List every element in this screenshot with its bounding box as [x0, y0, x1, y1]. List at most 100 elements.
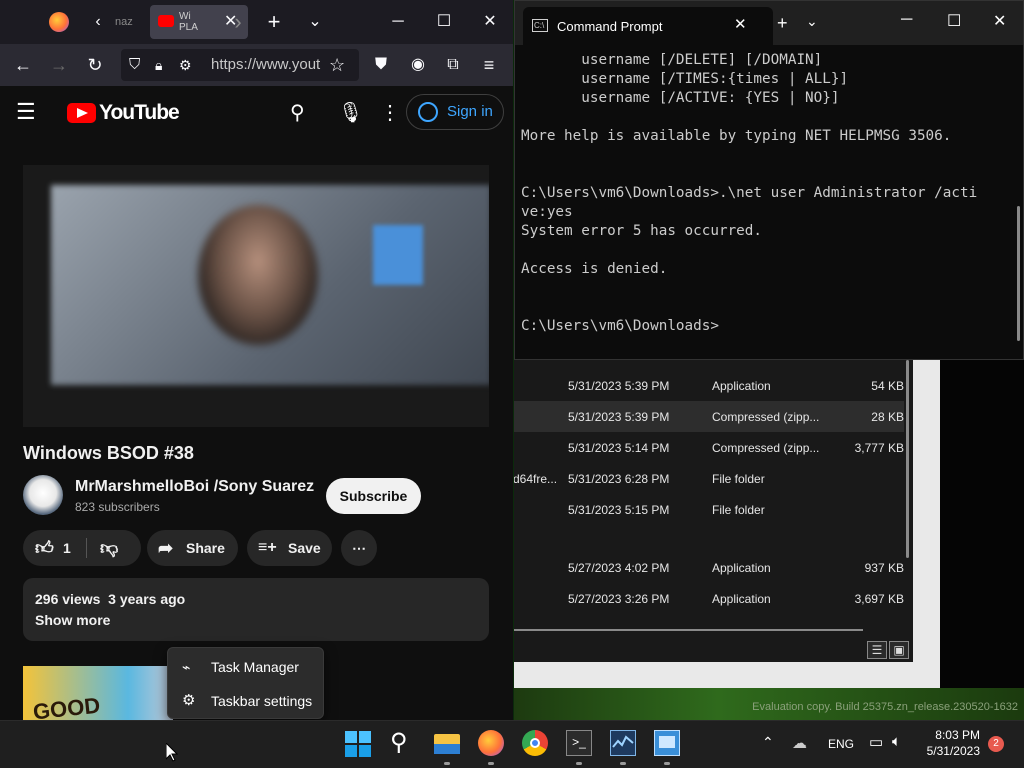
running-indicator: [664, 762, 670, 765]
vertical-scrollbar[interactable]: [906, 360, 909, 558]
maximize-icon[interactable]: ☐: [432, 0, 456, 44]
volume-icon[interactable]: 🔈︎: [892, 733, 901, 750]
new-tab-icon[interactable]: +: [777, 13, 788, 34]
network-icon[interactable]: ▭: [869, 733, 883, 751]
new-tab-icon[interactable]: +: [262, 0, 286, 44]
channel-name[interactable]: MrMarshmelloBoi /Sony Suarez: [75, 478, 314, 496]
terminal-output[interactable]: username [/DELETE] [/DOMAIN] username [/…: [521, 51, 1011, 336]
cmd-scrollbar[interactable]: [1017, 206, 1020, 341]
search-icon[interactable]: ⚲: [390, 728, 408, 757]
url-bar[interactable]: ⛉ 🔒︎ ⚙ https://www.youtu ☆: [121, 49, 359, 81]
minimize-icon[interactable]: ─: [901, 11, 912, 29]
like-count[interactable]: 1: [63, 530, 71, 566]
maximize-icon[interactable]: ☐: [947, 11, 961, 31]
chrome-taskbar-icon[interactable]: [522, 730, 548, 756]
recommended-thumbnail[interactable]: GOOD: [23, 666, 173, 720]
task-manager-taskbar-icon[interactable]: [610, 730, 636, 756]
youtube-wordmark[interactable]: YouTube: [99, 101, 180, 125]
tab-label: Wi PLA: [179, 11, 198, 33]
shield-icon[interactable]: ⛉: [129, 49, 140, 81]
hamburger-menu-icon[interactable]: ☰: [16, 99, 36, 125]
running-indicator: [576, 762, 582, 765]
file-type: Application: [712, 592, 771, 606]
extensions-icon[interactable]: ⧉: [437, 49, 469, 81]
start-button[interactable]: [345, 731, 371, 757]
file-size: 28 KB: [871, 410, 904, 424]
file-explorer-taskbar-icon[interactable]: [434, 730, 460, 756]
file-explorer-window: 5/31/2023 5:39 PM Application 54 KB 5/31…: [514, 360, 913, 662]
sign-in-button[interactable]: Sign in: [406, 94, 504, 130]
more-vertical-icon[interactable]: ⋮: [380, 100, 400, 125]
forward-icon[interactable]: →: [43, 49, 75, 81]
file-date: 5/27/2023 3:26 PM: [568, 592, 670, 606]
desktop-area: [940, 360, 1024, 688]
video-player[interactable]: [23, 165, 489, 427]
more-actions-button[interactable]: ⋯: [341, 530, 377, 566]
file-row[interactable]: d64fre... 5/31/2023 6:28 PM File folder: [514, 463, 904, 494]
file-date: 5/27/2023 4:02 PM: [568, 561, 670, 575]
close-tab-icon[interactable]: ✕: [734, 15, 747, 33]
running-indicator: [620, 762, 626, 765]
file-row[interactable]: 5/27/2023 3:26 PM Application 3,697 KB: [514, 583, 904, 614]
microphone-icon[interactable]: 🎙︎: [338, 100, 363, 125]
horizontal-scrollbar[interactable]: [514, 629, 863, 631]
close-window-icon[interactable]: ✕: [478, 0, 502, 44]
pocket-icon[interactable]: ⛊: [365, 49, 397, 81]
file-row[interactable]: 5/31/2023 5:39 PM Application 54 KB: [514, 370, 904, 401]
tiles-view-icon[interactable]: ▣: [889, 641, 909, 659]
cmd-tab-title: Command Prompt: [557, 19, 663, 34]
menu-item-task-manager[interactable]: ⌁ Task Manager: [176, 652, 316, 682]
url-text[interactable]: https://www.youtu: [211, 49, 321, 81]
share-button[interactable]: ➦ Share: [147, 530, 238, 566]
chevron-up-icon[interactable]: ⌃: [762, 734, 774, 751]
bookmark-star-icon[interactable]: ☆: [329, 49, 345, 81]
lock-icon[interactable]: 🔒︎: [155, 49, 162, 81]
thumbs-up-icon[interactable]: 👍︎: [35, 530, 54, 566]
onedrive-icon[interactable]: ☁: [792, 734, 807, 752]
chevron-down-icon[interactable]: ⌄: [303, 0, 327, 44]
file-type: File folder: [712, 503, 765, 517]
terminal-taskbar-icon[interactable]: >_: [566, 730, 592, 756]
firefox-icon[interactable]: [49, 12, 69, 32]
chevron-left-icon[interactable]: ‹: [88, 0, 108, 44]
reload-icon[interactable]: ↻: [79, 49, 111, 81]
search-icon[interactable]: ⚲: [290, 100, 305, 125]
details-view-icon[interactable]: ☰: [867, 641, 887, 659]
file-type: Application: [712, 379, 771, 393]
minimize-icon[interactable]: ─: [386, 0, 410, 44]
subscriber-count: 823 subscribers: [75, 500, 160, 514]
clock-time[interactable]: 8:03 PM: [935, 728, 980, 742]
language-indicator[interactable]: ENG: [828, 737, 854, 751]
thumbs-down-icon[interactable]: 👎︎: [100, 530, 118, 566]
file-row[interactable]: 5/27/2023 4:02 PM Application 937 KB: [514, 552, 904, 583]
file-size: 3,697 KB: [854, 592, 904, 606]
permissions-icon[interactable]: ⚙: [179, 49, 192, 81]
description-box[interactable]: [23, 578, 489, 641]
notification-badge[interactable]: 2: [988, 736, 1004, 752]
show-more-link[interactable]: Show more: [35, 612, 110, 628]
control-panel-taskbar-icon[interactable]: [654, 730, 680, 756]
clock-date[interactable]: 5/31/2023: [927, 744, 980, 758]
file-row[interactable]: 5/31/2023 5:15 PM File folder: [514, 494, 904, 525]
file-type: File folder: [712, 472, 765, 486]
chevron-right-icon[interactable]: ›: [226, 0, 250, 44]
firefox-taskbar-icon[interactable]: [478, 730, 504, 756]
file-name: d64fre...: [514, 472, 558, 486]
tab-inactive[interactable]: ‹ naz: [82, 4, 148, 40]
account-icon[interactable]: ◉: [402, 49, 434, 81]
file-row[interactable]: 5/31/2023 5:14 PM Compressed (zipp... 3,…: [514, 432, 904, 463]
close-window-icon[interactable]: ✕: [993, 11, 1006, 31]
file-row[interactable]: 5/31/2023 5:39 PM Compressed (zipp... 28…: [514, 401, 904, 432]
video-title: Windows BSOD #38: [23, 443, 194, 463]
menu-item-taskbar-settings[interactable]: ⚙ Taskbar settings: [176, 686, 316, 716]
running-indicator: [444, 762, 450, 765]
subscribe-button[interactable]: Subscribe: [326, 478, 421, 514]
save-button[interactable]: ≡+ Save: [247, 530, 332, 566]
chevron-down-icon[interactable]: ⌄: [806, 13, 818, 30]
channel-avatar[interactable]: [23, 475, 63, 515]
task-manager-icon: ⌁: [182, 659, 191, 675]
back-icon[interactable]: ←: [7, 49, 39, 81]
menu-icon[interactable]: ≡: [473, 49, 505, 81]
explorer-frame-edge: [913, 360, 940, 688]
running-indicator: [488, 762, 494, 765]
